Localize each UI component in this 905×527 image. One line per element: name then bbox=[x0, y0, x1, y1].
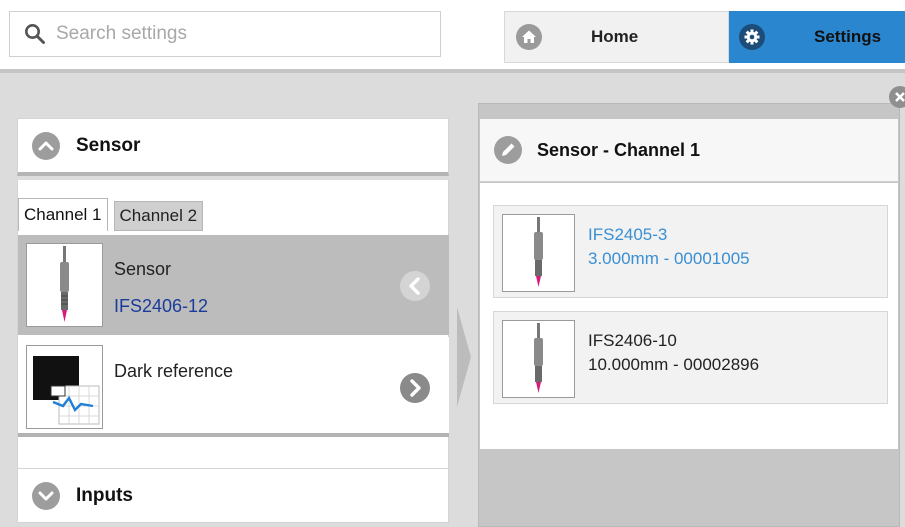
chevron-left-icon[interactable] bbox=[399, 270, 431, 302]
search-input[interactable] bbox=[54, 22, 434, 46]
sensor-probe-icon bbox=[534, 217, 543, 287]
top-bar: Home Settings bbox=[0, 0, 905, 73]
home-icon bbox=[516, 24, 542, 50]
settings-label: Settings bbox=[814, 27, 882, 46]
sensor-card-thumbnail bbox=[502, 214, 575, 292]
chevron-up-icon[interactable] bbox=[31, 131, 61, 161]
sensor-item-label: Sensor bbox=[114, 259, 172, 279]
sensor-item-value: IFS2406-12 bbox=[114, 296, 209, 316]
search-icon bbox=[25, 24, 45, 44]
sensor-card-detail: 10.000mm - 00002896 bbox=[588, 355, 760, 374]
sensor-probe-icon bbox=[60, 246, 69, 322]
chevron-down-icon[interactable] bbox=[31, 481, 61, 511]
dark-reference-thumbnail bbox=[26, 345, 103, 429]
sensor-thumbnail bbox=[26, 243, 103, 327]
tab-channel-1[interactable]: Channel 1 bbox=[18, 198, 108, 231]
panel-title: Sensor - Channel 1 bbox=[537, 139, 701, 160]
list-item-sensor[interactable]: Sensor IFS2406-12 bbox=[18, 235, 449, 335]
inputs-section-title: Inputs bbox=[76, 484, 133, 506]
list-item-dark-reference[interactable]: Dark reference bbox=[18, 337, 449, 437]
close-icon[interactable] bbox=[887, 86, 905, 108]
panel-header: Sensor - Channel 1 bbox=[480, 119, 898, 182]
gear-icon bbox=[739, 24, 765, 50]
search-box[interactable] bbox=[9, 11, 441, 57]
chevron-right-icon[interactable] bbox=[399, 372, 431, 404]
sensor-card-detail: 3.000mm - 00001005 bbox=[588, 249, 750, 268]
sensor-section-header[interactable]: Sensor bbox=[17, 118, 449, 176]
sensor-selection-panel: Sensor - Channel 1 IFS2405-3 3.000mm - 0… bbox=[478, 103, 900, 527]
sensor-probe-icon bbox=[534, 323, 543, 393]
home-tab[interactable]: Home bbox=[504, 11, 729, 63]
dark-reference-item-label: Dark reference bbox=[114, 361, 234, 381]
sensor-section-title: Sensor bbox=[76, 134, 141, 156]
home-label: Home bbox=[591, 27, 639, 46]
sensor-card-selected[interactable]: IFS2405-3 3.000mm - 00001005 bbox=[493, 205, 888, 298]
sensor-card-list: IFS2405-3 3.000mm - 00001005 IFS2406-10 … bbox=[480, 183, 898, 449]
left-column: Sensor Channel 1 Channel 2 Sensor IFS240… bbox=[9, 73, 471, 527]
selection-pointer bbox=[457, 307, 471, 407]
sensor-card[interactable]: IFS2406-10 10.000mm - 00002896 bbox=[493, 311, 888, 404]
inputs-section-header[interactable]: Inputs bbox=[17, 468, 449, 523]
dark-reference-icon bbox=[33, 356, 100, 425]
sensor-card-name: IFS2406-10 bbox=[588, 331, 677, 350]
sensor-card-name: IFS2405-3 bbox=[588, 225, 668, 244]
settings-tab[interactable]: Settings bbox=[729, 11, 905, 63]
pencil-icon bbox=[494, 136, 522, 164]
sensor-card-thumbnail bbox=[502, 320, 575, 398]
tab-channel-2[interactable]: Channel 2 bbox=[113, 201, 204, 231]
channel-tabs: Channel 1 Channel 2 bbox=[18, 198, 204, 232]
